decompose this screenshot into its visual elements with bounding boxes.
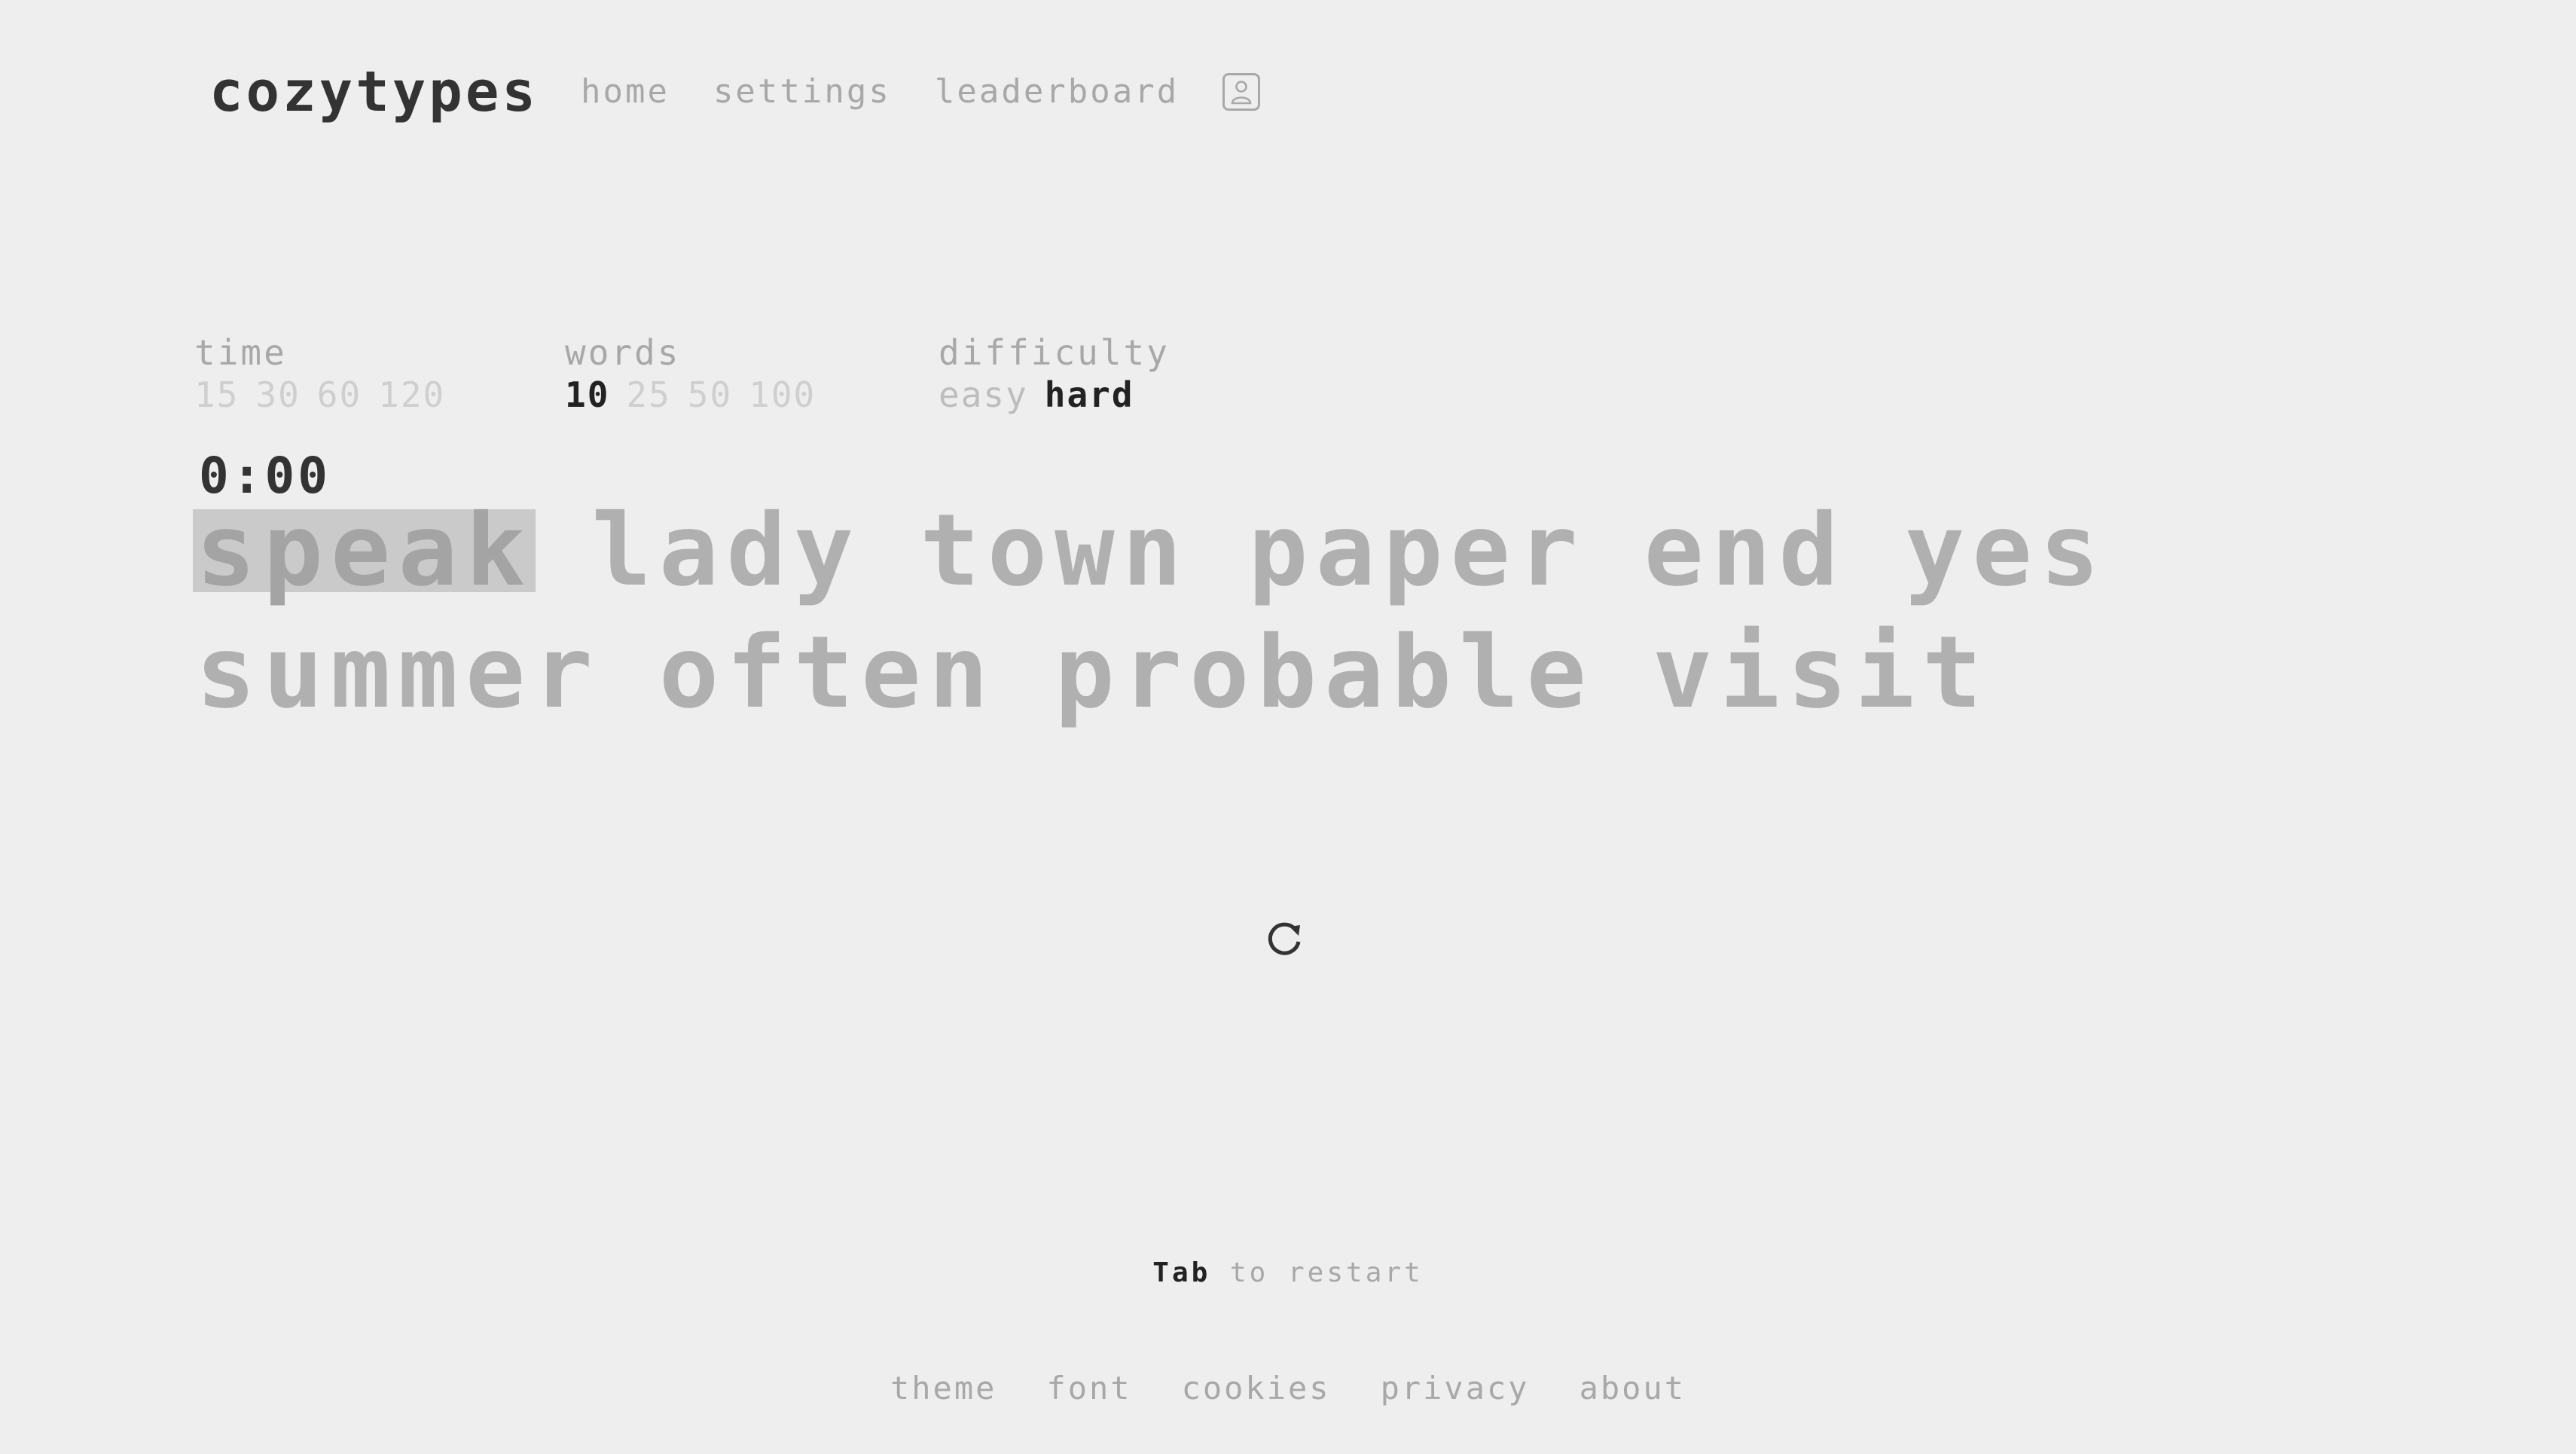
- hint-text: to restart: [1229, 1257, 1424, 1288]
- nav-home[interactable]: home: [581, 75, 670, 108]
- footer: theme font cookies privacy about: [0, 1370, 2576, 1407]
- header: cozytypes home settings leaderboard: [209, 54, 1261, 130]
- words-config: words 10 25 50 100: [565, 331, 939, 416]
- footer-about-link[interactable]: about: [1579, 1370, 1686, 1407]
- typing-area[interactable]: speak lady town paper end yes summer oft…: [193, 493, 2422, 731]
- difficulty-option-easy[interactable]: easy: [939, 374, 1028, 416]
- word: paper: [1248, 493, 1586, 609]
- words-option-25[interactable]: 25: [626, 374, 670, 416]
- time-config: time 15 30 60 120: [194, 331, 565, 416]
- footer-cookies-link[interactable]: cookies: [1182, 1370, 1331, 1407]
- word: yes: [1904, 493, 2107, 609]
- restart-button[interactable]: [1262, 918, 1308, 963]
- difficulty-label: difficulty: [939, 332, 1170, 373]
- logo[interactable]: cozytypes: [209, 64, 539, 120]
- difficulty-config: difficulty easy hard: [939, 331, 1170, 416]
- difficulty-option-hard[interactable]: hard: [1045, 374, 1134, 416]
- word: probable: [1055, 615, 1594, 731]
- test-config: time 15 30 60 120 words 10 25 50 100 dif…: [194, 331, 1170, 416]
- words-option-50[interactable]: 50: [688, 374, 732, 416]
- nav-settings[interactable]: settings: [713, 75, 891, 108]
- restart-icon: [1268, 922, 1301, 955]
- restart-hint: Tab to restart: [0, 1257, 2576, 1290]
- time-option-60[interactable]: 60: [317, 374, 362, 416]
- word: town: [920, 493, 1190, 609]
- time-label: time: [194, 332, 287, 373]
- words-option-100[interactable]: 100: [749, 374, 816, 416]
- time-option-120[interactable]: 120: [378, 374, 445, 416]
- word: summer: [196, 615, 600, 731]
- words-label: words: [565, 332, 681, 373]
- account-button[interactable]: [1222, 73, 1261, 111]
- nav-leaderboard[interactable]: leaderboard: [935, 75, 1179, 108]
- footer-font-link[interactable]: font: [1046, 1370, 1131, 1407]
- word: end: [1644, 493, 1846, 609]
- time-option-30[interactable]: 30: [255, 374, 300, 416]
- word: visit: [1652, 615, 1990, 731]
- footer-privacy-link[interactable]: privacy: [1381, 1370, 1530, 1407]
- word: lady: [591, 493, 862, 609]
- word-current: speak: [193, 501, 536, 600]
- footer-theme-link[interactable]: theme: [890, 1370, 997, 1407]
- word: often: [658, 615, 997, 731]
- tab-key-label: Tab: [1152, 1257, 1211, 1288]
- user-icon: [1231, 81, 1252, 105]
- words-option-10[interactable]: 10: [565, 374, 609, 416]
- time-option-15[interactable]: 15: [194, 374, 239, 416]
